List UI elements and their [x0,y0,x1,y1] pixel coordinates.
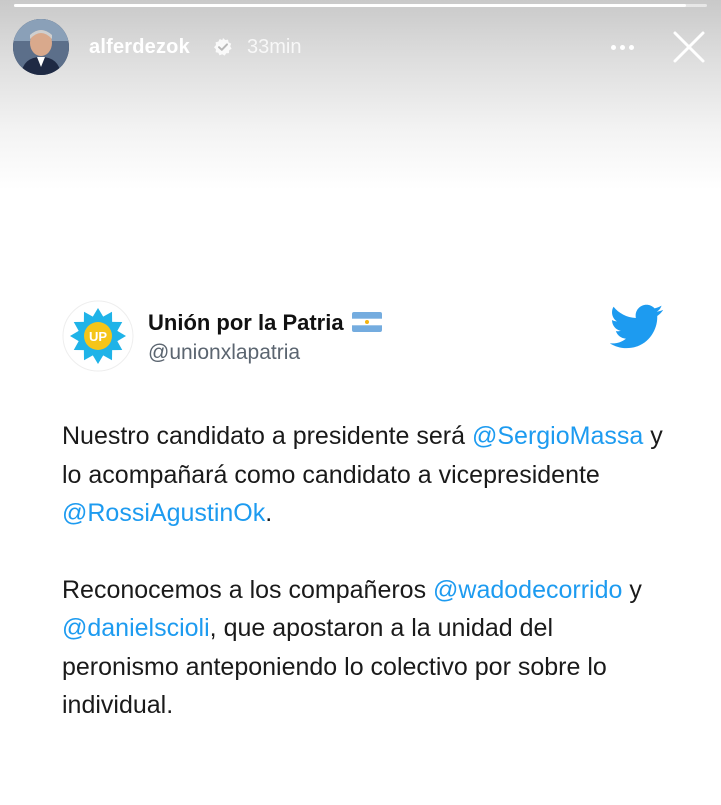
tweet-text-segment: Reconocemos a los compañeros [62,575,434,604]
tweet-handle[interactable]: @unionxlapatria [148,340,300,366]
story-progress-bar [14,4,707,7]
twitter-bird-icon[interactable] [610,304,664,350]
story-progress-fill [14,4,687,7]
avatar[interactable] [13,19,69,75]
mention-danielscioli[interactable]: @danielscioli [62,614,210,642]
tweet-text-segment: y [622,575,642,604]
tweet-paragraph-2: Reconocemos a los compañeros @wadodecorr… [62,571,672,725]
tweet-text: Nuestro candidato a presidente será @Ser… [62,417,672,763]
tweet-display-name[interactable]: Unión por la Patria [148,310,382,336]
display-name-text: Unión por la Patria [148,310,344,335]
tweet-card: UP Unión por la Patria @unionxlapatria N… [62,300,672,780]
union-por-la-patria-logo: UP [62,300,134,372]
logo-text: UP [89,329,107,344]
tweet-avatar[interactable]: UP [62,300,134,372]
mention-wadodecorrido[interactable]: @wadodecorrido [433,576,622,604]
argentina-flag-icon [351,312,382,333]
story-timestamp: 33min [247,36,302,58]
verified-badge-icon [214,38,232,56]
tweet-text-segment: . [265,499,273,527]
mention-sergiomassa[interactable]: @SergioMassa [472,422,643,450]
close-icon[interactable] [670,28,708,66]
story-username[interactable]: alferdezok [89,35,190,59]
more-options-icon[interactable] [604,36,640,58]
avatar-photo [13,19,69,75]
tweet-paragraph-1: Nuestro candidato a presidente será @Ser… [62,417,672,533]
mention-rossiagustinok[interactable]: @RossiAgustinOk [62,499,265,527]
tweet-text-segment: Nuestro candidato a presidente será [62,422,472,450]
